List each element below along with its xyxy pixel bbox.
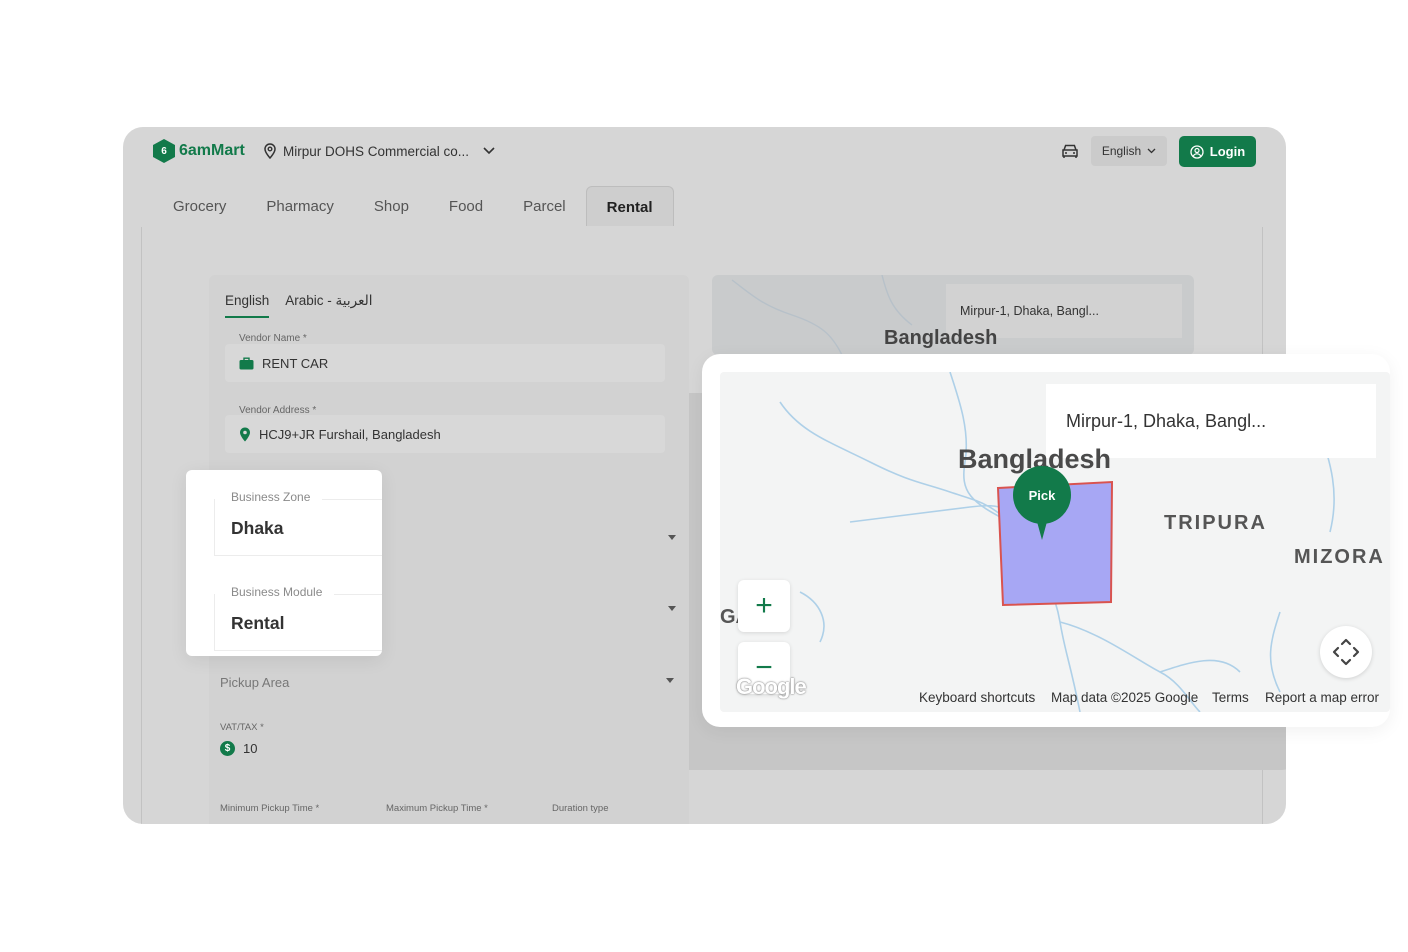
tab-parcel[interactable]: Parcel xyxy=(503,186,586,226)
header: 6 6amMart Mirpur DOHS Commercial co... E… xyxy=(123,127,1286,227)
briefcase-icon xyxy=(239,357,254,369)
background-map: Mirpur-1, Dhaka, Bangl... Bangladesh xyxy=(712,275,1194,355)
map-card: Mirpur-1, Dhaka, Bangl... Bangladesh TRI… xyxy=(702,354,1390,727)
location-selector[interactable]: Mirpur DOHS Commercial co... xyxy=(263,143,495,159)
business-zone-label: Business Zone xyxy=(231,490,311,504)
zone-border-bottom xyxy=(214,555,382,556)
pickup-dropdown-caret-icon[interactable] xyxy=(666,678,674,683)
tab-grocery[interactable]: Grocery xyxy=(153,186,246,226)
user-circle-icon xyxy=(1190,144,1204,159)
max-pickup-label: Maximum Pickup Time * xyxy=(386,803,488,814)
tab-food[interactable]: Food xyxy=(429,186,503,226)
module-border-left xyxy=(214,594,215,650)
vendor-address-field[interactable]: HCJ9+JR Furshail, Bangladesh xyxy=(225,415,665,453)
form-language-tabs: English Arabic - العربية xyxy=(225,293,372,318)
business-card: Business Zone Dhaka Business Module Rent… xyxy=(186,470,382,656)
zone-polygon xyxy=(996,480,1114,607)
module-dropdown-caret-icon[interactable] xyxy=(668,606,676,611)
tab-shop[interactable]: Shop xyxy=(354,186,429,226)
plus-icon: + xyxy=(755,589,773,622)
vendor-address-value: HCJ9+JR Furshail, Bangladesh xyxy=(259,426,441,442)
brand-name: 6amMart xyxy=(179,142,245,159)
location-pin-icon xyxy=(264,143,276,159)
terms-link[interactable]: Terms xyxy=(1212,690,1249,705)
car-icon[interactable] xyxy=(1061,143,1079,164)
tab-rental[interactable]: Rental xyxy=(585,186,674,226)
business-module-value[interactable]: Rental xyxy=(231,613,284,634)
pick-marker[interactable]: Pick xyxy=(1013,466,1071,524)
login-label: Login xyxy=(1209,144,1246,159)
small-map-country: Bangladesh xyxy=(884,327,998,349)
vat-value: 10 xyxy=(243,741,258,756)
chevron-down-icon xyxy=(483,147,495,155)
vendor-name-field[interactable]: RENT CAR xyxy=(225,344,665,382)
language-label: English xyxy=(1101,144,1142,158)
logo-mark: 6 xyxy=(153,139,175,163)
move-arrows-icon xyxy=(1332,638,1360,666)
min-pickup-label: Minimum Pickup Time * xyxy=(220,803,320,814)
business-zone-value[interactable]: Dhaka xyxy=(231,518,284,539)
module-border-bottom xyxy=(214,650,382,651)
zoom-in-button[interactable]: + xyxy=(738,580,790,632)
report-map-error-link[interactable]: Report a map error xyxy=(1265,690,1379,705)
dollar-icon: $ xyxy=(220,741,235,756)
map-pan-button[interactable] xyxy=(1320,626,1372,678)
vat-label: VAT/TAX * xyxy=(220,722,264,733)
google-logo: Google xyxy=(736,674,807,699)
keyboard-shortcuts-link[interactable]: Keyboard shortcuts xyxy=(919,690,1035,705)
form-tab-arabic[interactable]: Arabic - العربية xyxy=(285,293,372,318)
zone-border-top xyxy=(322,499,382,500)
form-tab-english[interactable]: English xyxy=(225,293,270,318)
pickup-area-label: Pickup Area xyxy=(220,675,290,690)
zone-dropdown-caret-icon[interactable] xyxy=(668,535,676,540)
duration-type-label: Duration type xyxy=(552,803,609,814)
pick-marker-tail xyxy=(1036,518,1048,540)
brand-logo[interactable]: 6 6amMart xyxy=(153,139,245,163)
login-button[interactable]: Login xyxy=(1179,136,1256,167)
google-map[interactable]: Mirpur-1, Dhaka, Bangl... Bangladesh TRI… xyxy=(720,372,1390,712)
location-pin-icon xyxy=(240,427,250,441)
module-border-top xyxy=(334,594,382,595)
zone-border-left xyxy=(214,499,215,555)
vendor-name-label: Vendor Name * xyxy=(239,333,307,344)
location-text: Mirpur DOHS Commercial co... xyxy=(283,143,470,159)
vat-field[interactable]: $ 10 xyxy=(220,741,257,756)
chevron-down-icon xyxy=(1147,148,1156,154)
module-tabs: Grocery Pharmacy Shop Food Parcel Rental xyxy=(153,186,674,226)
map-data-text: Map data ©2025 Google xyxy=(1051,690,1199,705)
business-module-label: Business Module xyxy=(231,585,323,599)
language-select[interactable]: English xyxy=(1091,136,1167,166)
tab-pharmacy[interactable]: Pharmacy xyxy=(246,186,354,226)
vendor-name-value: RENT CAR xyxy=(262,355,329,371)
